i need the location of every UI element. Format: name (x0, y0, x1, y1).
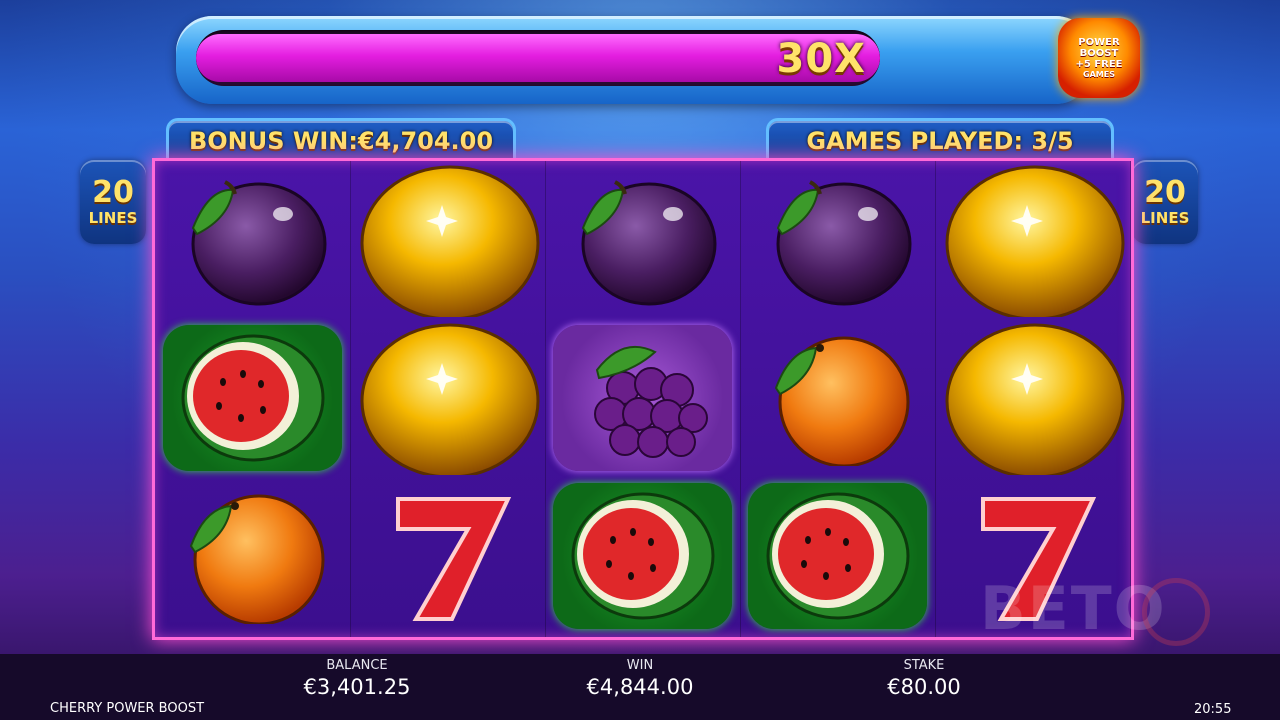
reel-symbol-watermelon (740, 477, 935, 635)
watermelon-icon (173, 326, 333, 470)
reel-symbol-orange (740, 319, 935, 477)
balance-display: BALANCE €3,401.25 (257, 658, 457, 700)
golden-apple-icon (350, 317, 545, 479)
badge-boost: BOOST (1079, 48, 1119, 59)
game-name: CHERRY POWER BOOST (50, 701, 205, 716)
stake-display[interactable]: STAKE €80.00 (824, 658, 1024, 700)
reel-symbol-golden-apple (350, 161, 545, 321)
multiplier-meter: 30X (196, 30, 880, 86)
games-played-tab: GAMES PLAYED: 3/5 (766, 118, 1114, 161)
reel-symbol-golden-apple (935, 161, 1130, 321)
watermelon-icon (563, 484, 723, 628)
reel-5 (935, 161, 1131, 637)
reel-symbol-plum (545, 161, 740, 319)
reel-3 (545, 161, 741, 637)
reel-symbol-plum (740, 161, 935, 319)
badge-power: POWER (1078, 37, 1120, 48)
badge-free: +5 FREE (1075, 59, 1123, 70)
reel-4 (740, 161, 936, 637)
win-label: WIN (626, 658, 654, 673)
orange-icon (173, 484, 333, 628)
reel-symbol-golden-apple (350, 317, 545, 479)
golden-apple-icon (935, 317, 1130, 479)
lines-badge-left: 20 LINES (80, 160, 146, 244)
multiplier-label: 30X (776, 36, 866, 82)
reel-symbol-plum (155, 161, 350, 319)
reel-symbol-orange (155, 477, 350, 635)
grapes-icon (563, 326, 723, 470)
reel-symbol-golden-apple (935, 317, 1130, 479)
clock: 20:55 (1194, 702, 1232, 717)
lines-count: 20 (92, 175, 134, 210)
badge-games: GAMES (1083, 70, 1115, 79)
plum-icon (173, 168, 333, 312)
plum-icon (758, 168, 918, 312)
win-display: WIN €4,844.00 (540, 658, 740, 700)
reel-symbol-watermelon (545, 477, 740, 635)
golden-apple-icon (350, 161, 545, 321)
stake-label: STAKE (903, 658, 945, 673)
orange-icon (758, 326, 918, 470)
lines-label: LINES (1140, 209, 1190, 227)
reel-1 (155, 161, 351, 637)
stake-value: €80.00 (887, 675, 961, 699)
watermelon-icon (758, 484, 918, 628)
lines-label: LINES (88, 209, 138, 227)
reel-symbol-grapes (545, 319, 740, 477)
reels-grid (152, 158, 1134, 640)
win-value: €4,844.00 (586, 675, 694, 699)
bottom-bar: BALANCE €3,401.25 WIN €4,844.00 STAKE €8… (0, 654, 1280, 720)
power-boost-badge: POWER BOOST +5 FREE GAMES (1058, 18, 1140, 98)
lines-badge-right: 20 LINES (1132, 160, 1198, 244)
plum-icon (563, 168, 723, 312)
lines-count: 20 (1144, 175, 1186, 210)
bonus-win-tab: BONUS WIN:€4,704.00 (166, 118, 516, 161)
seven-icon (368, 479, 528, 633)
balance-value: €3,401.25 (303, 675, 411, 699)
beto-watermark: BETO (980, 574, 1167, 644)
watermark-chip-icon (1142, 578, 1210, 646)
reel-symbol-seven (350, 477, 545, 635)
reel-2 (350, 161, 546, 637)
balance-label: BALANCE (326, 658, 388, 673)
golden-apple-icon (935, 161, 1130, 321)
reel-symbol-watermelon (155, 319, 350, 477)
